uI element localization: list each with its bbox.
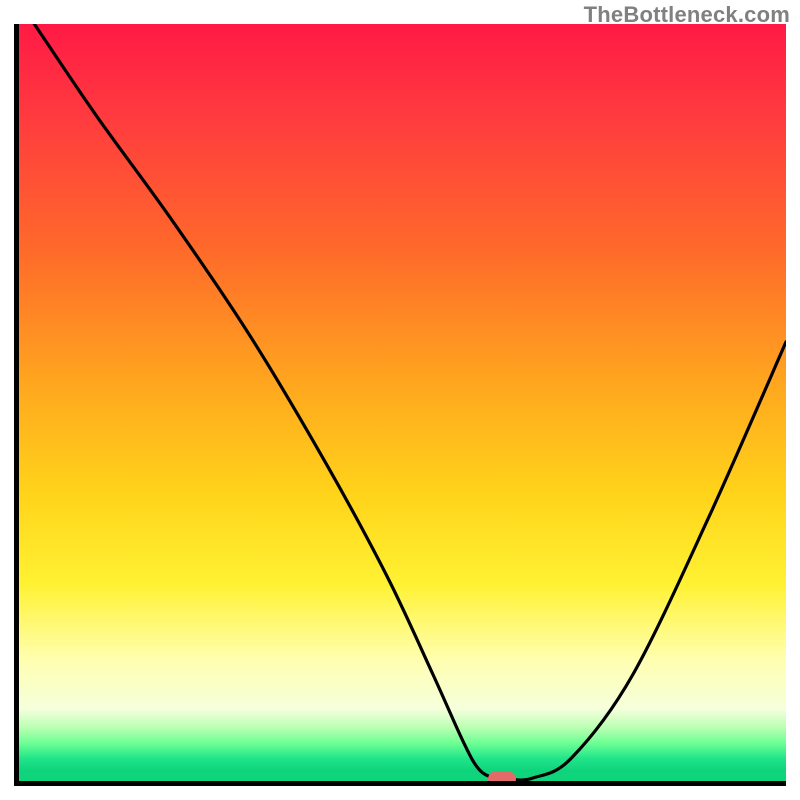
optimal-point-marker [488, 772, 516, 786]
plot-area [14, 24, 786, 786]
bottleneck-curve [19, 24, 786, 781]
watermark-text: TheBottleneck.com [584, 2, 790, 28]
chart-frame: TheBottleneck.com [0, 0, 800, 800]
